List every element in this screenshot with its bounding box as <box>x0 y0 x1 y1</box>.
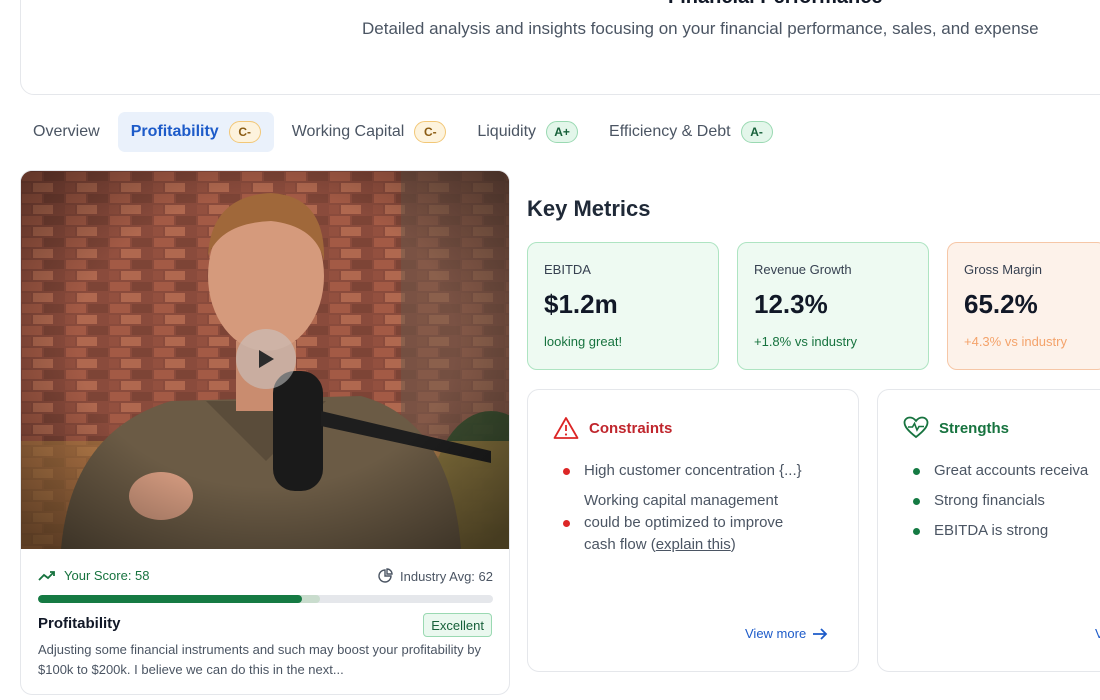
metric-note: looking great! <box>544 334 623 349</box>
card-title: Profitability <box>38 615 121 632</box>
play-icon <box>259 350 274 368</box>
strengths-header: Strengths <box>903 416 1009 440</box>
warning-icon <box>553 416 579 440</box>
your-score-label: Your Score: 58 <box>64 568 150 583</box>
list-item-text: EBITDA is strong <box>934 522 1049 539</box>
profitability-card: Your Score: 58 Industry Avg: 62 Profitab… <box>20 170 510 695</box>
tab-bar: Overview Profitability C- Working Capita… <box>20 112 791 152</box>
strengths-panel: Strengths Great accounts receiva Strong … <box>877 389 1100 672</box>
list-item-text: could be optimized to improve <box>584 514 784 531</box>
list-item-text: cash flow ( <box>584 536 656 553</box>
header-card <box>20 0 1100 95</box>
trending-up-icon <box>38 570 55 581</box>
metric-label: Gross Margin <box>964 262 1043 277</box>
tab-efficiency-debt[interactable]: Efficiency & Debt A- <box>596 112 786 152</box>
grade-badge: A- <box>740 121 773 143</box>
metric-value: 65.2% <box>964 289 1038 319</box>
card-description: Adjusting some financial instruments and… <box>38 642 481 677</box>
list-item-text: High customer concentration {...} <box>584 462 802 479</box>
heart-pulse-icon <box>903 416 929 440</box>
your-score: Your Score: 58 <box>38 568 150 583</box>
pie-chart-icon <box>378 568 393 583</box>
industry-avg: Industry Avg: 62 <box>377 568 493 584</box>
status-badge: Excellent <box>423 613 492 637</box>
list-item: EBITDA is strong <box>908 520 1088 542</box>
list-item: Strong financials <box>908 490 1088 512</box>
grade-badge: C- <box>414 121 447 143</box>
video-player[interactable] <box>21 171 509 549</box>
bullet <box>913 528 920 535</box>
list-item: Working capital management could be opti… <box>558 490 802 556</box>
page-subtitle: Detailed analysis and insights focusing … <box>362 19 1039 38</box>
industry-avg-label: Industry Avg: 62 <box>400 568 493 584</box>
list-item-text: Great accounts receiva <box>934 462 1089 479</box>
tab-working-capital[interactable]: Working Capital C- <box>279 112 460 152</box>
metric-value: $1.2m <box>544 289 618 319</box>
metric-note: +4.3% vs industry <box>964 334 1067 349</box>
metric-card-gross-margin: Gross Margin 65.2% +4.3% vs industry <box>947 242 1100 370</box>
metric-value: 12.3% <box>754 289 828 319</box>
view-more-link[interactable]: V <box>1095 626 1100 641</box>
tab-profitability[interactable]: Profitability C- <box>117 112 274 152</box>
tab-label: Working Capital <box>291 123 405 140</box>
constraints-title: Constraints <box>589 419 673 437</box>
tab-label: Profitability <box>130 123 219 140</box>
tab-liquidity[interactable]: Liquidity A+ <box>464 112 591 152</box>
list-item-text: Working capital management <box>584 492 778 509</box>
tab-label: Overview <box>33 123 100 140</box>
page-title: Financial Performance <box>668 0 883 9</box>
bullet <box>563 468 570 475</box>
constraints-header: Constraints <box>553 416 672 440</box>
tab-label: Liquidity <box>477 123 537 140</box>
score-row: Your Score: 58 Industry Avg: 62 <box>38 568 493 586</box>
strengths-title: Strengths <box>939 419 1010 437</box>
view-more-label: View more <box>745 626 807 641</box>
tab-overview[interactable]: Overview <box>20 112 113 152</box>
grade-badge: C- <box>228 121 261 143</box>
constraints-panel: Constraints High customer concentration … <box>527 389 859 672</box>
metric-label: EBITDA <box>544 262 591 277</box>
list-item-text: Strong financials <box>934 492 1045 509</box>
view-more-link[interactable]: View more <box>745 626 828 641</box>
list-item: High customer concentration {...} <box>558 460 802 482</box>
score-fill <box>38 595 302 603</box>
view-more-label: V <box>1095 626 1100 641</box>
explain-link[interactable]: explain this <box>656 536 731 553</box>
constraints-list: High customer concentration {...} Workin… <box>558 460 802 564</box>
metric-card-ebitda: EBITDA $1.2m looking great! <box>527 242 719 370</box>
bullet <box>913 498 920 505</box>
list-item: Great accounts receiva <box>908 460 1088 482</box>
grade-badge: A+ <box>546 121 579 143</box>
strengths-list: Great accounts receiva Strong financials… <box>908 460 1088 550</box>
list-item-text: ) <box>730 536 736 553</box>
metric-note: +1.8% vs industry <box>754 334 857 349</box>
metric-card-revenue-growth: Revenue Growth 12.3% +1.8% vs industry <box>737 242 929 370</box>
bullet <box>913 468 920 475</box>
metric-label: Revenue Growth <box>754 262 852 277</box>
arrow-right-icon <box>813 627 828 640</box>
key-metrics-title: Key Metrics <box>527 196 651 221</box>
tab-label: Efficiency & Debt <box>609 123 731 140</box>
play-button[interactable] <box>236 329 296 389</box>
score-progress-bar <box>38 595 493 603</box>
bullet <box>563 520 570 527</box>
